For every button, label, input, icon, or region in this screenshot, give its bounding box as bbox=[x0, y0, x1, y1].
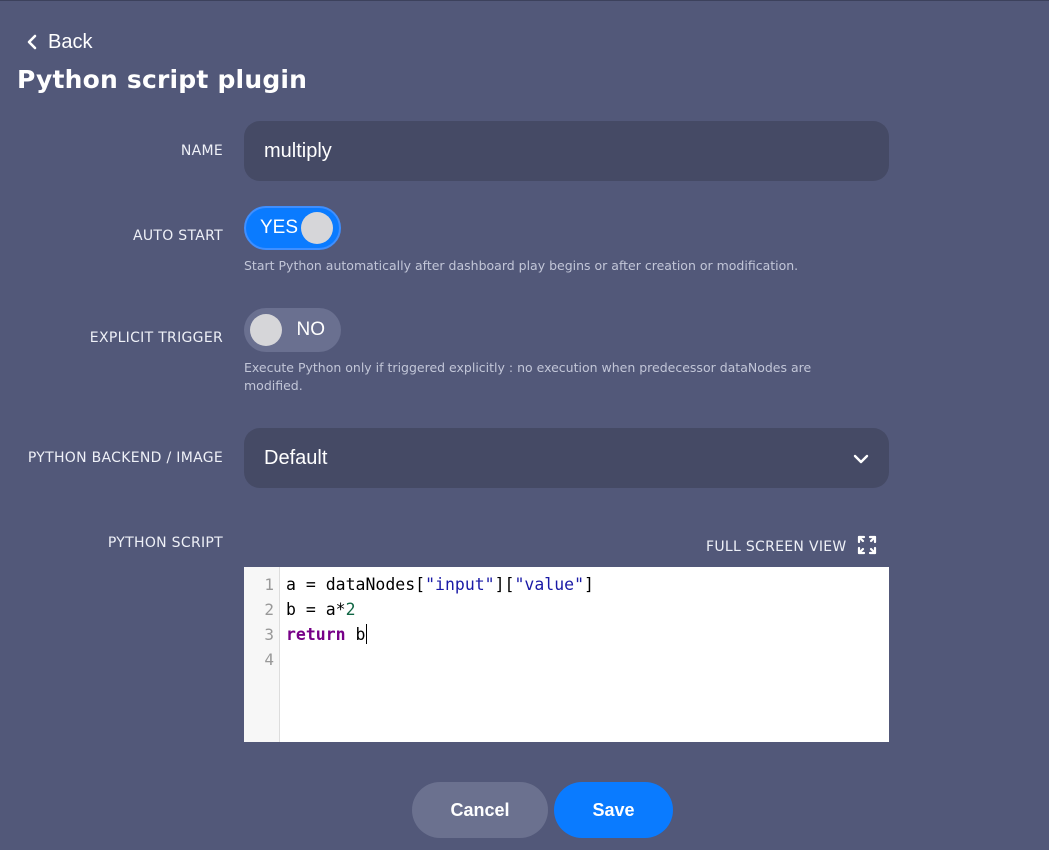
explicit-trigger-state: NO bbox=[296, 319, 326, 340]
code-line: b = a*2 bbox=[286, 600, 356, 619]
save-button[interactable]: Save bbox=[554, 782, 673, 838]
line-number-gutter: 1 2 3 4 bbox=[244, 567, 280, 742]
code-area[interactable]: a = dataNodes["input"]["value"] b = a*2 … bbox=[280, 567, 889, 742]
toggle-knob bbox=[250, 314, 282, 346]
back-link[interactable]: Back bbox=[26, 29, 92, 55]
back-label: Back bbox=[48, 30, 93, 53]
auto-start-state: YES bbox=[260, 217, 299, 238]
code-editor[interactable]: 1 2 3 4 a = dataNodes["input"]["value"] … bbox=[244, 567, 889, 742]
cancel-button[interactable]: Cancel bbox=[412, 782, 548, 838]
line-number: 3 bbox=[264, 625, 274, 644]
name-input[interactable] bbox=[244, 121, 889, 181]
toggle-knob bbox=[301, 212, 333, 244]
explicit-trigger-help: Execute Python only if triggered explici… bbox=[244, 360, 812, 393]
full-screen-view-button[interactable]: FULL SCREEN VIEW bbox=[706, 535, 877, 559]
full-screen-view-label: FULL SCREEN VIEW bbox=[706, 539, 847, 555]
backend-label: PYTHON BACKEND / IMAGE bbox=[27, 450, 223, 466]
code-line: return b bbox=[286, 624, 368, 644]
name-label: NAME bbox=[180, 143, 223, 159]
chevron-down-icon bbox=[853, 449, 869, 468]
text-cursor bbox=[366, 624, 368, 644]
expand-icon bbox=[857, 535, 877, 559]
page-title: Python script plugin bbox=[17, 65, 308, 94]
script-label: PYTHON SCRIPT bbox=[107, 535, 223, 551]
line-number: 2 bbox=[264, 600, 274, 619]
backend-selected-value: Default bbox=[264, 446, 328, 469]
auto-start-label: AUTO START bbox=[132, 228, 223, 244]
code-line: a = dataNodes["input"]["value"] bbox=[286, 575, 594, 594]
auto-start-toggle[interactable]: YES bbox=[244, 206, 341, 250]
auto-start-help: Start Python automatically after dashboa… bbox=[244, 258, 799, 273]
line-number: 4 bbox=[264, 650, 274, 669]
python-plugin-editor: Back Python script plugin NAME AUTO STAR… bbox=[0, 0, 1049, 850]
explicit-trigger-toggle[interactable]: NO bbox=[244, 308, 341, 352]
chevron-left-icon bbox=[26, 34, 38, 50]
line-number: 1 bbox=[264, 575, 274, 594]
backend-select[interactable]: Default bbox=[244, 428, 889, 488]
explicit-trigger-label: EXPLICIT TRIGGER bbox=[89, 330, 223, 346]
